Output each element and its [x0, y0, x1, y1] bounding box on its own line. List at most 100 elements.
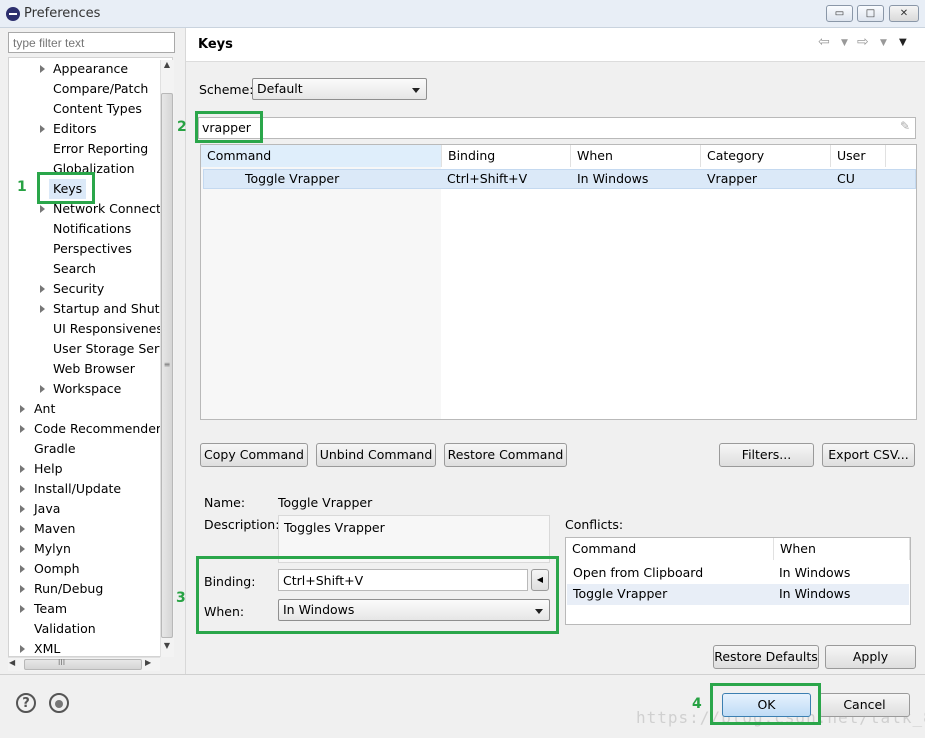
export-csv-button[interactable]: Export CSV... [822, 443, 915, 467]
conflict-row-when: In Windows [779, 565, 851, 580]
scheme-select[interactable]: Default [252, 78, 427, 100]
tree-item[interactable]: Startup and Shutd [9, 299, 169, 319]
restore-defaults-button[interactable]: Restore Defaults [713, 645, 819, 669]
column-user[interactable]: User [831, 145, 886, 167]
conflicts-table: Command When Open from Clipboard In Wind… [565, 537, 911, 625]
tree-item[interactable]: Run/Debug [9, 579, 169, 599]
cancel-button[interactable]: Cancel [819, 693, 910, 717]
filter-input[interactable] [8, 32, 175, 53]
tree-item[interactable]: Code Recommenders [9, 419, 169, 439]
forward-dropdown-icon[interactable]: ▼ [880, 38, 887, 48]
view-menu-icon[interactable]: ▼ [899, 37, 907, 48]
scroll-down-icon[interactable]: ▼ [161, 641, 173, 655]
scroll-grip-icon: ≡ [163, 360, 171, 369]
tree-item-label: Run/Debug [34, 581, 104, 596]
tree-item[interactable]: Java [9, 499, 169, 519]
tree-item-label: Web Browser [53, 361, 135, 376]
tree-item-label: Gradle [34, 441, 76, 456]
tree-item-label: Notifications [53, 221, 132, 236]
tree-item[interactable]: Editors [9, 119, 169, 139]
apply-button[interactable]: Apply [825, 645, 916, 669]
highlight-box-2 [195, 111, 263, 143]
tree-item[interactable]: Oomph [9, 559, 169, 579]
tree-item[interactable]: Error Reporting [9, 139, 169, 159]
tree-item[interactable]: Web Browser [9, 359, 169, 379]
tree-item-label: Validation [34, 621, 96, 636]
scroll-right-icon[interactable]: ▶ [145, 658, 157, 667]
expand-arrow-icon[interactable] [40, 385, 45, 393]
conflicts-label: Conflicts: [565, 517, 624, 532]
expand-arrow-icon[interactable] [20, 485, 25, 493]
command-search-input[interactable] [198, 117, 916, 139]
tree-item[interactable]: Mylyn [9, 539, 169, 559]
tree-item-label: Workspace [53, 381, 122, 396]
expand-arrow-icon[interactable] [40, 65, 45, 73]
copy-command-button[interactable]: Copy Command [200, 443, 308, 467]
tree-item[interactable]: Search [9, 259, 169, 279]
tree-item[interactable]: Security [9, 279, 169, 299]
expand-arrow-icon[interactable] [20, 425, 25, 433]
expand-arrow-icon[interactable] [20, 545, 25, 553]
title-bar [0, 0, 925, 28]
tree-item[interactable]: Gradle [9, 439, 169, 459]
tree-item[interactable]: Perspectives [9, 239, 169, 259]
minimize-button[interactable]: ▭ [826, 5, 853, 22]
tree-item[interactable]: Maven [9, 519, 169, 539]
tree-item[interactable]: Validation [9, 619, 169, 639]
tree-item[interactable]: Compare/Patch [9, 79, 169, 99]
maximize-button[interactable]: □ [857, 5, 884, 22]
expand-arrow-icon[interactable] [20, 525, 25, 533]
tree-item-label: Oomph [34, 561, 80, 576]
close-button[interactable]: ✕ [889, 5, 919, 22]
column-when[interactable]: When [571, 145, 701, 167]
expand-arrow-icon[interactable] [20, 405, 25, 413]
scroll-up-icon[interactable]: ▲ [161, 60, 173, 74]
tree-item[interactable]: Install/Update [9, 479, 169, 499]
tree-item-label: Security [53, 281, 105, 296]
tree-item[interactable]: User Storage Serv [9, 339, 169, 359]
forward-arrow-icon[interactable]: ⇨ [857, 34, 869, 50]
row-user: CU [837, 171, 855, 186]
column-binding[interactable]: Binding [442, 145, 571, 167]
tree-item-label: Java [34, 501, 61, 516]
expand-arrow-icon[interactable] [20, 585, 25, 593]
tree-item[interactable]: Content Types [9, 99, 169, 119]
tree-item[interactable]: Help [9, 459, 169, 479]
tree-hscroll-thumb[interactable] [24, 659, 142, 670]
bindings-table: Command Binding When Category User ^ Tog… [200, 144, 917, 420]
expand-arrow-icon[interactable] [40, 125, 45, 133]
tree-item[interactable]: XML [9, 639, 169, 656]
conflict-row-command[interactable]: Open from Clipboard [573, 563, 703, 583]
back-arrow-icon[interactable]: ⇦ [818, 34, 830, 50]
tree-item[interactable]: Workspace [9, 379, 169, 399]
annotation-3: 3 [176, 590, 186, 606]
tree-item[interactable]: UI Responsiveness [9, 319, 169, 339]
expand-arrow-icon[interactable] [20, 565, 25, 573]
back-dropdown-icon[interactable]: ▼ [841, 38, 848, 48]
expand-arrow-icon[interactable] [40, 285, 45, 293]
tree-item-label: Compare/Patch [53, 81, 149, 96]
expand-arrow-icon[interactable] [40, 305, 45, 313]
clear-search-icon[interactable]: ✎ [900, 119, 910, 133]
expand-arrow-icon[interactable] [20, 465, 25, 473]
restore-command-button[interactable]: Restore Command [444, 443, 567, 467]
expand-arrow-icon[interactable] [20, 605, 25, 613]
unbind-command-button[interactable]: Unbind Command [316, 443, 436, 467]
conflict-row-when: In Windows [779, 586, 851, 601]
expand-arrow-icon[interactable] [20, 645, 25, 653]
tree-item[interactable]: Ant [9, 399, 169, 419]
scroll-left-icon[interactable]: ◀ [9, 658, 21, 667]
tree-item-label: UI Responsiveness [53, 321, 170, 336]
tree-item[interactable]: Team [9, 599, 169, 619]
help-icon[interactable]: ? [16, 693, 36, 713]
tree-item[interactable]: Notifications [9, 219, 169, 239]
record-icon[interactable] [49, 693, 69, 713]
conflicts-column-command[interactable]: Command [566, 538, 774, 560]
conflicts-column-when[interactable]: When [774, 538, 910, 560]
filters-button[interactable]: Filters... [719, 443, 814, 467]
tree-item[interactable]: Appearance [9, 59, 169, 79]
column-category[interactable]: Category [701, 145, 831, 167]
expand-arrow-icon[interactable] [40, 205, 45, 213]
expand-arrow-icon[interactable] [20, 505, 25, 513]
conflict-row-command: Toggle Vrapper [573, 586, 668, 601]
